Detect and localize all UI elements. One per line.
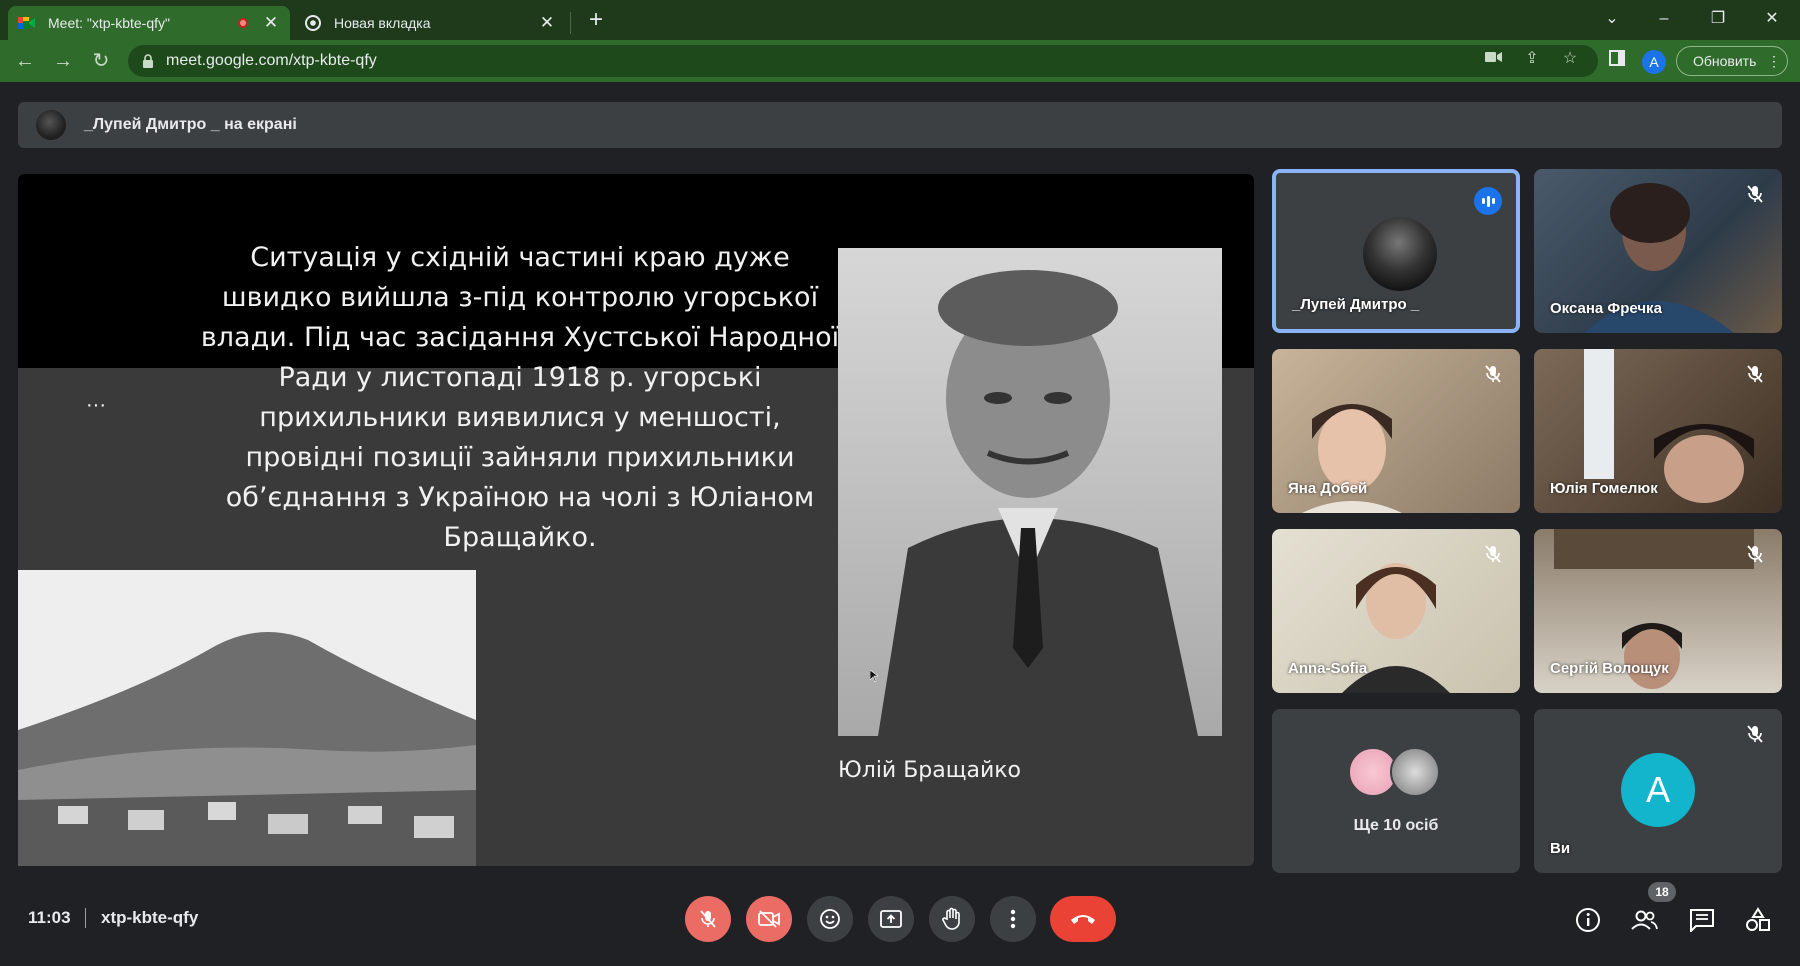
url-text: meet.google.com/xtp-kbte-qfy bbox=[166, 52, 377, 69]
presenter-banner-text: _Лупей Дмитро _ на екрані bbox=[84, 116, 297, 133]
present-icon bbox=[880, 910, 902, 928]
participant-tile[interactable]: Яна Добей bbox=[1272, 349, 1520, 513]
activities-button[interactable] bbox=[1744, 906, 1772, 934]
present-screen-button[interactable] bbox=[868, 896, 914, 942]
participant-avatar bbox=[1363, 217, 1437, 291]
divider bbox=[85, 908, 86, 928]
address-bar[interactable]: meet.google.com/xtp-kbte-qfy bbox=[128, 45, 1598, 77]
info-icon bbox=[1576, 908, 1600, 932]
meeting-details-button[interactable] bbox=[1574, 906, 1602, 934]
mic-off-icon bbox=[700, 910, 716, 928]
portrait-photo bbox=[838, 248, 1222, 736]
camera-in-use-icon[interactable] bbox=[1484, 50, 1504, 70]
raise-hand-button[interactable] bbox=[929, 896, 975, 942]
tab-divider bbox=[570, 12, 571, 34]
browser-tab-bar: Meet: "xtp-kbte-qfy" ✕ Новая вкладка ✕ +… bbox=[0, 0, 1800, 40]
emoji-icon bbox=[820, 909, 840, 929]
share-icon[interactable]: ⇪ bbox=[1522, 48, 1542, 68]
tab-new[interactable]: Новая вкладка ✕ bbox=[294, 6, 566, 40]
muted-mic-icon bbox=[1747, 365, 1763, 383]
participant-tile[interactable]: Юлія Гомелюк bbox=[1534, 349, 1782, 513]
participant-tile[interactable]: Сергій Волощук bbox=[1534, 529, 1782, 693]
participant-tile[interactable]: Оксана Фречка bbox=[1534, 169, 1782, 333]
profile-avatar[interactable]: A bbox=[1642, 50, 1666, 74]
minimize-button[interactable]: – bbox=[1644, 4, 1684, 34]
hang-up-icon bbox=[1071, 915, 1095, 924]
browser-toolbar: ← → ↻ meet.google.com/xtp-kbte-qfy ⇪ ☆ A… bbox=[0, 40, 1800, 82]
camera-toggle-button[interactable] bbox=[746, 896, 792, 942]
participant-tile[interactable]: Anna-Sofia bbox=[1272, 529, 1520, 693]
landscape-photo bbox=[18, 570, 476, 866]
chrome-icon bbox=[304, 14, 322, 32]
self-avatar: A bbox=[1621, 753, 1695, 827]
tab-meet[interactable]: Meet: "xtp-kbte-qfy" ✕ bbox=[8, 6, 290, 40]
reactions-button[interactable] bbox=[807, 896, 853, 942]
close-tab-icon[interactable]: ✕ bbox=[262, 13, 280, 33]
participant-name: Юлія Гомелюк bbox=[1550, 480, 1658, 497]
people-button[interactable] bbox=[1630, 906, 1658, 934]
tab-title: Новая вкладка bbox=[334, 15, 431, 31]
update-label: Обновить bbox=[1693, 53, 1757, 69]
presenter-banner: _Лупей Дмитро _ на екрані bbox=[18, 102, 1782, 148]
mouse-cursor-icon bbox=[870, 670, 878, 682]
muted-mic-icon bbox=[1747, 725, 1763, 743]
participant-avatar bbox=[1390, 747, 1440, 797]
meeting-code: xtp-kbte-qfy bbox=[101, 908, 199, 927]
slide-text: Ситуація у східній частині краю дуже шви… bbox=[200, 242, 840, 553]
microphone-toggle-button[interactable] bbox=[685, 896, 731, 942]
hand-icon bbox=[942, 907, 960, 930]
forward-button[interactable]: → bbox=[48, 46, 78, 76]
muted-mic-icon bbox=[1747, 545, 1763, 563]
people-count-badge: 18 bbox=[1648, 882, 1676, 902]
participant-name: Ви bbox=[1550, 840, 1571, 857]
more-participants-label: Ще 10 осіб bbox=[1353, 817, 1439, 834]
participant-name: Яна Добей bbox=[1288, 480, 1368, 497]
google-meet-icon bbox=[18, 14, 36, 32]
restore-button[interactable]: ❐ bbox=[1698, 4, 1738, 34]
update-button[interactable]: Обновить ⋮ bbox=[1676, 46, 1788, 76]
reload-button[interactable]: ↻ bbox=[86, 46, 116, 76]
self-tile[interactable]: A Ви bbox=[1534, 709, 1782, 873]
portrait-caption: Юлій Бращайко bbox=[838, 758, 1022, 783]
participant-name: _Лупей Дмитро _ bbox=[1292, 296, 1420, 313]
people-icon bbox=[1631, 910, 1658, 930]
back-button[interactable]: ← bbox=[10, 46, 40, 76]
participant-name: Сергій Волощук bbox=[1550, 660, 1669, 677]
lock-icon bbox=[143, 54, 153, 68]
muted-mic-icon bbox=[1747, 185, 1763, 203]
close-window-button[interactable]: ✕ bbox=[1752, 4, 1792, 34]
side-panel-icon[interactable] bbox=[1606, 50, 1628, 72]
close-tab-icon[interactable]: ✕ bbox=[538, 13, 556, 33]
more-options-icon[interactable]: ··· bbox=[86, 395, 106, 415]
participant-tile[interactable]: _Лупей Дмитро _ bbox=[1272, 169, 1520, 333]
more-options-button[interactable] bbox=[990, 896, 1036, 942]
meeting-time: 11:03 bbox=[28, 908, 71, 927]
new-tab-button[interactable]: + bbox=[580, 6, 612, 36]
speaking-indicator-icon bbox=[1474, 187, 1502, 215]
vertical-dots-icon bbox=[1010, 909, 1016, 929]
tab-search-icon[interactable]: ⌄ bbox=[1592, 4, 1632, 34]
participant-name: Оксана Фречка bbox=[1550, 300, 1662, 317]
chat-icon bbox=[1690, 909, 1714, 932]
activities-icon bbox=[1746, 907, 1770, 931]
muted-mic-icon bbox=[1485, 545, 1501, 563]
camera-off-icon bbox=[758, 910, 780, 928]
more-participants-tile[interactable]: Ще 10 осіб bbox=[1272, 709, 1520, 873]
muted-mic-icon bbox=[1485, 365, 1501, 383]
recording-indicator-icon bbox=[238, 18, 248, 28]
chrome-menu-icon[interactable]: ⋮ bbox=[1767, 47, 1781, 75]
presenter-avatar bbox=[36, 110, 66, 140]
leave-call-button[interactable] bbox=[1050, 896, 1116, 942]
chat-button[interactable] bbox=[1688, 906, 1716, 934]
bookmark-star-icon[interactable]: ☆ bbox=[1560, 48, 1580, 68]
participant-name: Anna-Sofia bbox=[1288, 660, 1368, 677]
tab-title: Meet: "xtp-kbte-qfy" bbox=[48, 15, 170, 31]
